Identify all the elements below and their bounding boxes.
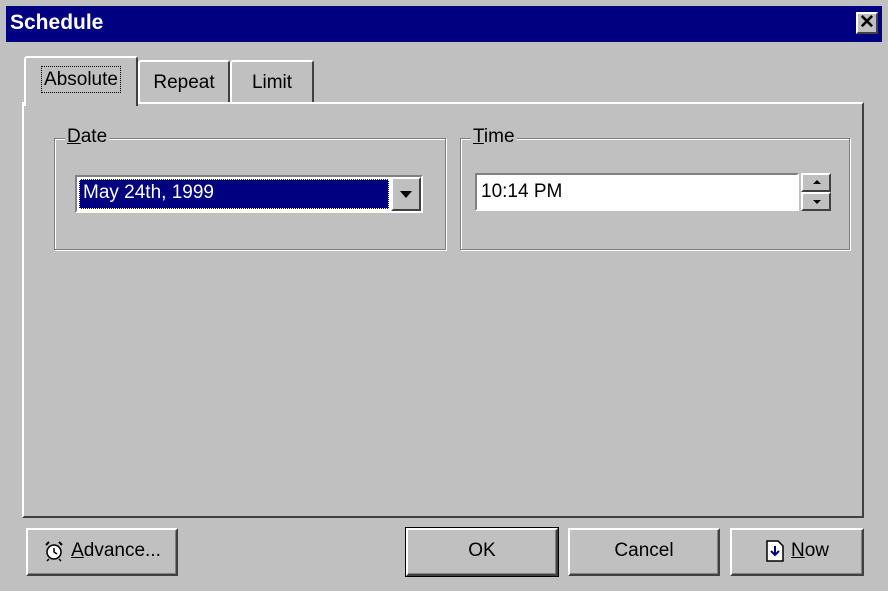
date-combobox[interactable]: May 24th, 1999 [75, 175, 423, 213]
date-group-label: Date [65, 126, 110, 148]
tab-label: Absolute [41, 66, 121, 93]
time-spin-down-button[interactable] [801, 192, 831, 211]
cancel-label: Cancel [614, 540, 674, 561]
time-input[interactable]: 10:14 PM [475, 173, 799, 211]
schedule-dialog: Schedule ✕ Absolute Repeat Limit Date Ma… [0, 0, 888, 591]
arrow-down-icon [813, 200, 821, 204]
time-group: Time 10:14 PM [460, 126, 850, 250]
ok-label: OK [468, 540, 496, 561]
date-dropdown-button[interactable] [391, 177, 421, 211]
advance-label: Advance... [71, 540, 161, 561]
close-button[interactable]: ✕ [856, 12, 878, 34]
tab-absolute[interactable]: Absolute [24, 56, 138, 106]
tab-label: Limit [251, 72, 293, 93]
tab-repeat[interactable]: Repeat [138, 60, 230, 102]
close-icon: ✕ [859, 12, 875, 33]
date-group: Date May 24th, 1999 [54, 126, 446, 250]
insert-arrow-icon [766, 540, 784, 562]
tab-limit[interactable]: Limit [230, 60, 314, 102]
alarm-clock-icon [45, 541, 63, 562]
tab-label: Repeat [153, 72, 215, 93]
time-group-label: Time [471, 126, 517, 148]
now-label: Now [790, 540, 830, 561]
date-value[interactable]: May 24th, 1999 [79, 179, 389, 209]
tab-panel-absolute: Date May 24th, 1999 Time 10:14 PM [22, 102, 864, 518]
window-title: Schedule [10, 11, 104, 34]
advance-button[interactable]: Advance... [26, 528, 178, 576]
title-bar[interactable]: Schedule ✕ [6, 6, 882, 42]
time-spinner[interactable] [801, 173, 831, 211]
arrow-up-icon [813, 180, 821, 184]
now-button[interactable]: Now [730, 528, 864, 576]
cancel-button[interactable]: Cancel [568, 528, 720, 576]
ok-button[interactable]: OK [405, 527, 559, 577]
chevron-down-icon [400, 191, 412, 198]
time-spin-up-button[interactable] [801, 173, 831, 192]
